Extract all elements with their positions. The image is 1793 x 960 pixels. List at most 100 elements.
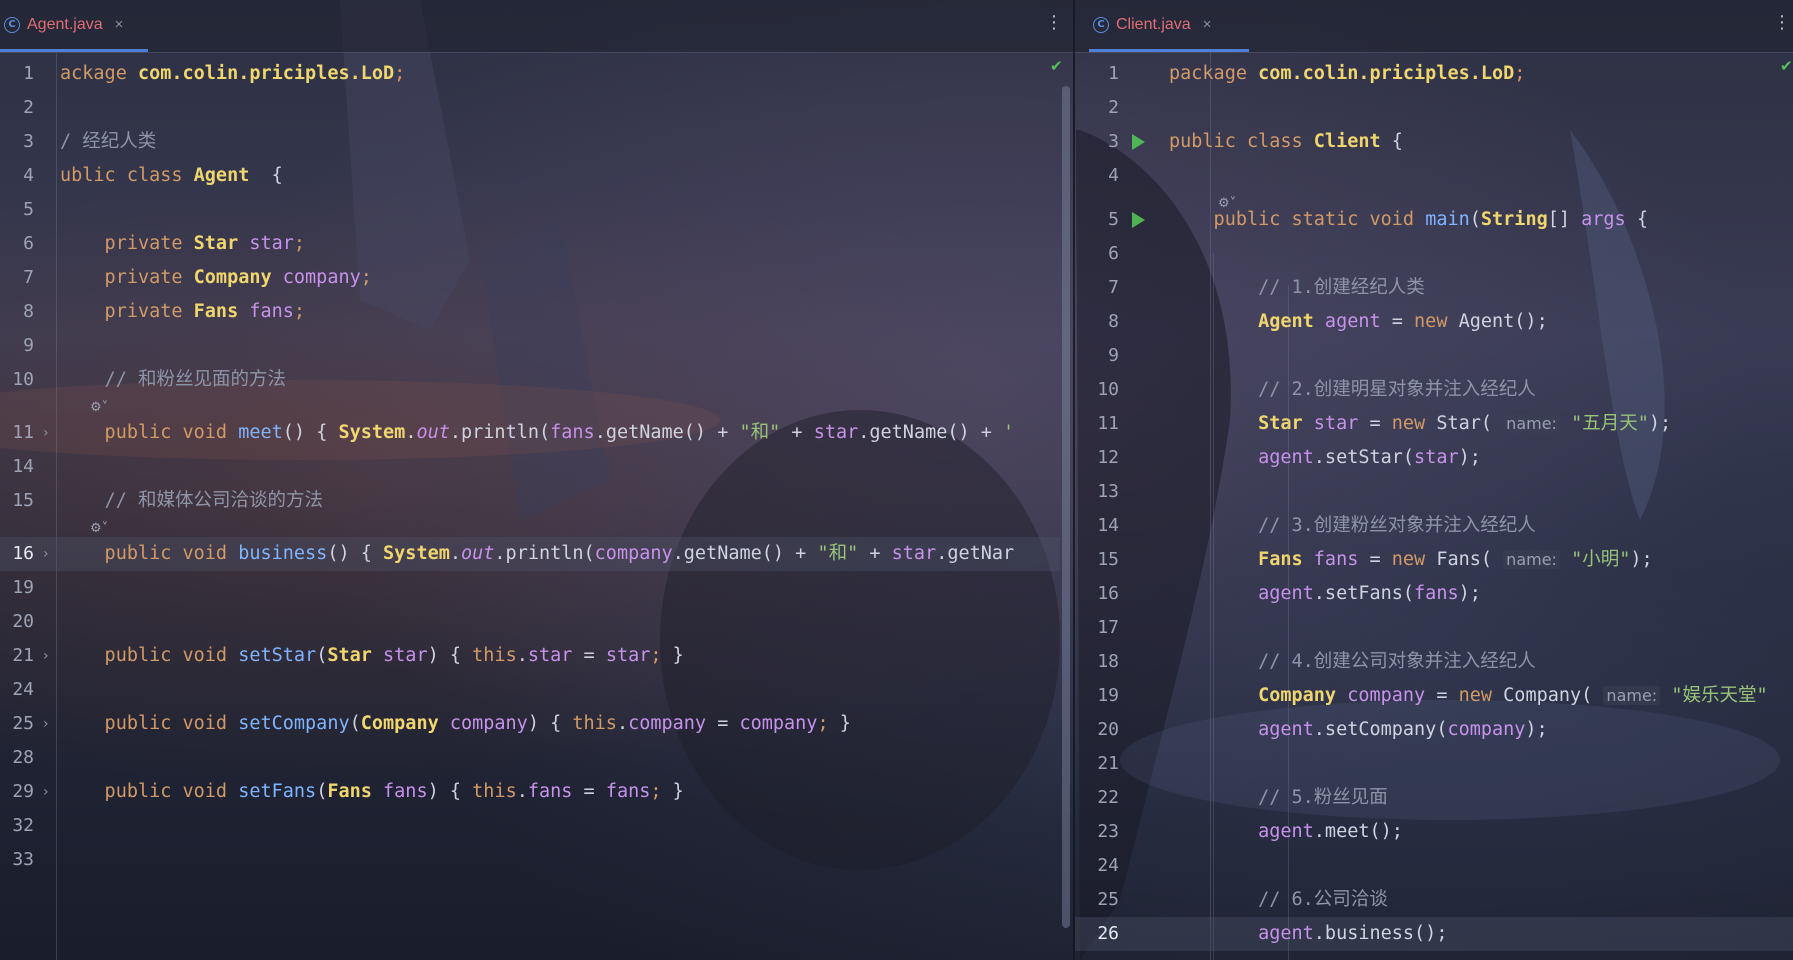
code-line[interactable]: 28 [0, 741, 1060, 775]
line-number: 4 [1108, 165, 1119, 186]
fold-arrow-icon[interactable]: › [43, 537, 49, 571]
code-line[interactable]: 2 [1075, 91, 1793, 125]
code-line[interactable]: 8 Agent agent = new Agent(); [1075, 305, 1793, 339]
code-token: fans [550, 422, 595, 443]
close-icon[interactable]: × [115, 16, 124, 33]
code-line[interactable]: 9 [0, 329, 1060, 363]
run-gutter-icon[interactable] [1132, 212, 1145, 228]
code-token: ; [817, 713, 829, 734]
code-token: star [527, 645, 573, 666]
code-token: "娱乐天堂" [1660, 685, 1768, 706]
code-token: public static void [1169, 209, 1426, 230]
code-token: // 和粉丝见面的方法 [60, 369, 286, 390]
code-token: public void [60, 422, 239, 443]
code-token: star [813, 422, 859, 443]
parameter-hint: name: [1503, 414, 1560, 433]
run-gutter-icon[interactable] [1132, 134, 1145, 150]
code-token: meet [238, 422, 283, 443]
code-line[interactable]: 19 Company company = new Company( name: … [1075, 679, 1793, 713]
code-line[interactable]: 11 Star star = new Star( name: "五月天"); [1075, 407, 1793, 441]
editor-pane-right: C Client.java × ⋮ ✔ 1 package com.colin.p… [1075, 0, 1793, 960]
code-token: this [572, 713, 617, 734]
code-token: Star [1169, 413, 1303, 434]
code-line[interactable]: 15 // 和媒体公司洽谈的方法 [0, 484, 1060, 518]
code-token: fans [371, 781, 428, 802]
tab-label: Agent.java [27, 15, 103, 33]
code-token: ); [1458, 447, 1481, 468]
fold-arrow-icon[interactable]: › [43, 416, 49, 450]
code-token: ; [293, 301, 306, 322]
code-line[interactable]: 9 [1075, 339, 1793, 373]
code-line[interactable]: 1 package com.colin.priciples.LoD; [1075, 57, 1793, 91]
code-token: star [1302, 413, 1359, 434]
fold-arrow-icon[interactable]: › [43, 775, 49, 809]
code-line[interactable]: 8 private Fans fans; [0, 295, 1060, 329]
code-line[interactable]: 6 [1075, 237, 1793, 271]
code-line[interactable]: 2 [0, 91, 1060, 125]
code-line[interactable]: 25 › public void setCompany(Company compa… [0, 707, 1060, 741]
tab-agent-java[interactable]: C Agent.java × [0, 0, 148, 52]
line-number: 10 [1097, 379, 1119, 400]
code-token: .getNar [936, 543, 1015, 564]
code-token: ; [293, 233, 306, 254]
line-number: 25 [1097, 889, 1119, 910]
code-line[interactable]: 23 agent.meet(); [1075, 815, 1793, 849]
code-line[interactable]: 20 [0, 605, 1060, 639]
code-line[interactable]: 20 agent.setCompany(company); [1075, 713, 1793, 747]
indent-guide [1288, 285, 1289, 960]
close-icon[interactable]: × [1203, 16, 1212, 33]
fold-arrow-icon[interactable]: › [43, 707, 49, 741]
code-line[interactable]: 32 [0, 809, 1060, 843]
code-line[interactable]: 11 › public void meet() { System.out.prin… [0, 416, 1060, 450]
code-token: package [1169, 63, 1259, 84]
code-line[interactable]: 21 [1075, 747, 1793, 781]
code-line[interactable]: 18 // 4.创建公司对象并注入经纪人 [1075, 645, 1793, 679]
tab-client-java[interactable]: C Client.java × [1089, 0, 1249, 52]
code-token: = [572, 781, 606, 802]
code-line[interactable]: 3 public class Client { [1075, 125, 1793, 159]
fold-arrow-icon[interactable]: › [43, 639, 49, 673]
code-line[interactable]: 4 ublic class Agent { [0, 159, 1060, 193]
more-options-icon[interactable]: ⋮ [1045, 14, 1063, 32]
code-token: agent [1169, 821, 1314, 842]
code-line[interactable]: 17 [1075, 611, 1793, 645]
vertical-scrollbar[interactable] [1062, 86, 1070, 928]
code-line[interactable]: 24 [0, 673, 1060, 707]
code-line[interactable]: 14 [0, 450, 1060, 484]
code-text: agent.setCompany(company); [1169, 713, 1548, 747]
code-token: .business(); [1313, 923, 1448, 944]
line-number: 6 [1108, 243, 1119, 264]
code-line[interactable]: 13 [1075, 475, 1793, 509]
code-line[interactable]: 10 // 和粉丝见面的方法 [0, 363, 1060, 397]
code-line[interactable]: 14 // 3.创建粉丝对象并注入经纪人 [1075, 509, 1793, 543]
code-token: ; [650, 645, 662, 666]
code-line[interactable]: 16 › public void business() { System.out.… [0, 537, 1060, 571]
line-number: 22 [1097, 787, 1119, 808]
code-line[interactable]: 22 // 5.粉丝见面 [1075, 781, 1793, 815]
code-line[interactable]: 25 // 6.公司洽谈 [1075, 883, 1793, 917]
more-options-icon[interactable]: ⋮ [1773, 14, 1791, 32]
code-token: out [461, 543, 495, 564]
code-line[interactable]: 10 // 2.创建明星对象并注入经纪人 [1075, 373, 1793, 407]
code-token: . [516, 645, 528, 666]
code-line[interactable]: 24 [1075, 849, 1793, 883]
code-line[interactable]: 1 ackage com.colin.priciples.LoD; [0, 57, 1060, 91]
code-line[interactable]: 19 [0, 571, 1060, 605]
code-line[interactable]: 3 / 经纪人类 [0, 125, 1060, 159]
code-line[interactable]: 29 › public void setFans(Fans fans) { thi… [0, 775, 1060, 809]
code-line[interactable]: 33 [0, 843, 1060, 877]
code-line[interactable]: 6 private Star star; [0, 227, 1060, 261]
code-line[interactable]: 7 // 1.创建经纪人类 [1075, 271, 1793, 305]
code-line[interactable]: 4 [1075, 159, 1793, 193]
code-line[interactable]: 5 [0, 193, 1060, 227]
code-token: Agent [193, 165, 250, 186]
code-line[interactable]: 7 private Company company; [0, 261, 1060, 295]
code-token: Agent [1169, 311, 1314, 332]
code-line[interactable]: 16 agent.setFans(fans); [1075, 577, 1793, 611]
code-token: args [1581, 209, 1626, 230]
code-line[interactable]: 15 Fans fans = new Fans( name: "小明"); [1075, 543, 1793, 577]
code-line[interactable]: 12 agent.setStar(star); [1075, 441, 1793, 475]
code-line[interactable]: 5 public static void main(String[] args … [1075, 203, 1793, 237]
code-line[interactable]: 21 › public void setStar(Star star) { thi… [0, 639, 1060, 673]
code-line[interactable]: 26 agent.business(); [1075, 917, 1793, 951]
